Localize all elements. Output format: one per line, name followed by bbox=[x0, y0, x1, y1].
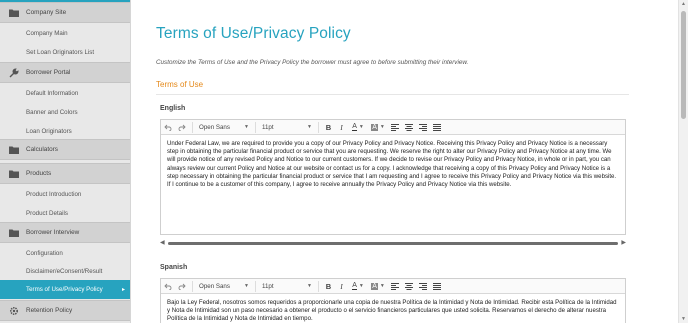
sidebar-section-company-site[interactable]: Company Site bbox=[0, 2, 130, 23]
scrollbar-thumb[interactable] bbox=[168, 242, 618, 245]
sidebar-section-products[interactable]: Products bbox=[0, 163, 130, 184]
sidebar-item-company-main[interactable]: Company Main bbox=[0, 24, 130, 43]
align-justify-icon[interactable] bbox=[430, 280, 444, 293]
sidebar-section-label: Calculators bbox=[26, 146, 58, 153]
editor-content[interactable]: Under Federal Law, we are required to pr… bbox=[161, 135, 625, 194]
editor-content[interactable]: Bajo la Ley Federal, nosotros somos requ… bbox=[161, 294, 625, 323]
undo-icon[interactable] bbox=[161, 121, 175, 134]
scroll-up-icon[interactable]: ▲ bbox=[681, 1, 686, 7]
text-color-icon[interactable]: A ▼ bbox=[348, 280, 368, 293]
sidebar-item-set-loan-originators-list[interactable]: Set Loan Originators List bbox=[0, 43, 130, 62]
page-vertical-scrollbar[interactable]: ▲ ▼ bbox=[678, 0, 688, 323]
toolbar-divider bbox=[255, 280, 256, 292]
sidebar-item-terms-of-use-privacy-policy[interactable]: Terms of Use/Privacy Policy ▸ bbox=[0, 280, 130, 299]
rich-text-editor-spanish[interactable]: Open Sans ▼ 11pt ▼ B I A ▼ A ▼ Bajo la Ley F… bbox=[160, 278, 626, 323]
sidebar-section-label: Borrower Interview bbox=[26, 229, 80, 236]
sidebar-item-default-information[interactable]: Default Information bbox=[0, 84, 130, 103]
toolbar-divider bbox=[318, 280, 319, 292]
sidebar: Company Site Company Main Set Loan Origi… bbox=[0, 0, 131, 323]
undo-icon[interactable] bbox=[161, 280, 175, 293]
font-family-select[interactable]: Open Sans ▼ bbox=[196, 121, 252, 134]
highlight-color-icon[interactable]: A ▼ bbox=[368, 280, 388, 293]
gear-icon bbox=[9, 306, 19, 316]
main-content: Terms of Use/Privacy Policy Customize th… bbox=[131, 0, 678, 323]
folder-icon bbox=[9, 228, 19, 238]
scroll-left-icon[interactable]: ◀ bbox=[160, 240, 165, 247]
sidebar-item-label: Loan Originators bbox=[26, 128, 72, 135]
sidebar-section-borrower-interview[interactable]: Borrower Interview bbox=[0, 222, 130, 243]
sidebar-section-calculators[interactable]: Calculators bbox=[0, 139, 130, 160]
toolbar-divider bbox=[192, 280, 193, 292]
toolbar-divider bbox=[192, 121, 193, 133]
bold-icon[interactable]: B bbox=[322, 121, 335, 134]
align-justify-icon[interactable] bbox=[430, 121, 444, 134]
chevron-down-icon: ▼ bbox=[307, 283, 312, 289]
sidebar-item-label: Product Details bbox=[26, 210, 68, 217]
sidebar-item-label: Disclaimer/eConsent/Result bbox=[26, 268, 103, 275]
editor-language-label: Spanish bbox=[160, 264, 188, 271]
sidebar-item-product-details[interactable]: Product Details bbox=[0, 204, 130, 223]
highlight-color-icon[interactable]: A ▼ bbox=[368, 121, 388, 134]
chevron-down-icon: ▼ bbox=[244, 283, 249, 289]
section-divider bbox=[156, 94, 629, 95]
sidebar-item-label: Configuration bbox=[26, 250, 63, 257]
sidebar-item-label: Product Introduction bbox=[26, 191, 82, 198]
redo-icon[interactable] bbox=[175, 121, 189, 134]
sidebar-section-label: Retention Policy bbox=[26, 307, 73, 314]
folder-icon bbox=[9, 145, 19, 155]
align-right-icon[interactable] bbox=[416, 280, 430, 293]
align-right-icon[interactable] bbox=[416, 121, 430, 134]
sidebar-section-label: Products bbox=[26, 170, 52, 177]
sidebar-section-label: Company Site bbox=[26, 9, 67, 16]
page-title: Terms of Use/Privacy Policy bbox=[156, 25, 351, 42]
sidebar-item-configuration[interactable]: Configuration bbox=[0, 244, 130, 263]
sidebar-section-retention-policy[interactable]: Retention Policy bbox=[0, 300, 130, 321]
align-left-icon[interactable] bbox=[388, 121, 402, 134]
font-size-value: 11pt bbox=[262, 282, 274, 290]
font-family-value: Open Sans bbox=[199, 123, 230, 131]
horizontal-scrollbar[interactable]: ◀ ▶ bbox=[160, 240, 626, 247]
sidebar-item-label: Set Loan Originators List bbox=[26, 49, 95, 56]
tools-icon bbox=[9, 67, 19, 78]
sidebar-item-label: Terms of Use/Privacy Policy bbox=[26, 286, 103, 293]
editor-toolbar: Open Sans ▼ 11pt ▼ B I A ▼ A ▼ bbox=[161, 279, 625, 294]
section-heading: Terms of Use bbox=[156, 80, 204, 89]
align-left-icon[interactable] bbox=[388, 280, 402, 293]
font-family-value: Open Sans bbox=[199, 282, 230, 290]
sidebar-item-label: Company Main bbox=[26, 30, 68, 37]
folder-icon bbox=[9, 8, 19, 18]
text-color-icon[interactable]: A ▼ bbox=[348, 121, 368, 134]
sidebar-item-disclaimer-econsent-result[interactable]: Disclaimer/eConsent/Result bbox=[0, 262, 130, 281]
sidebar-item-label: Banner and Colors bbox=[26, 109, 78, 116]
chevron-down-icon: ▼ bbox=[307, 124, 312, 130]
align-center-icon[interactable] bbox=[402, 280, 416, 293]
align-center-icon[interactable] bbox=[402, 121, 416, 134]
editor-language-label: English bbox=[160, 105, 186, 112]
scrollbar-thumb[interactable] bbox=[681, 11, 686, 119]
font-size-value: 11pt bbox=[262, 123, 274, 131]
italic-icon[interactable]: I bbox=[335, 121, 348, 134]
italic-icon[interactable]: I bbox=[335, 280, 348, 293]
sidebar-item-label: Default Information bbox=[26, 90, 79, 97]
font-size-select[interactable]: 11pt ▼ bbox=[259, 280, 315, 293]
sidebar-item-product-introduction[interactable]: Product Introduction bbox=[0, 185, 130, 204]
toolbar-divider bbox=[318, 121, 319, 133]
toolbar-divider bbox=[255, 121, 256, 133]
chevron-down-icon: ▼ bbox=[244, 124, 249, 130]
editor-toolbar: Open Sans ▼ 11pt ▼ B I A ▼ A ▼ bbox=[161, 120, 625, 135]
sidebar-section-borrower-portal[interactable]: Borrower Portal bbox=[0, 62, 130, 83]
redo-icon[interactable] bbox=[175, 280, 189, 293]
scroll-right-icon[interactable]: ▶ bbox=[621, 240, 626, 247]
rich-text-editor-english[interactable]: Open Sans ▼ 11pt ▼ B I A ▼ A ▼ Under Federal… bbox=[160, 119, 626, 235]
chevron-right-icon: ▸ bbox=[121, 287, 125, 293]
font-size-select[interactable]: 11pt ▼ bbox=[259, 121, 315, 134]
folder-icon bbox=[9, 169, 19, 179]
bold-icon[interactable]: B bbox=[322, 280, 335, 293]
page-subtitle: Customize the Terms of Use and the Priva… bbox=[156, 59, 469, 66]
sidebar-section-label: Borrower Portal bbox=[26, 69, 71, 76]
scroll-down-icon[interactable]: ▼ bbox=[681, 316, 686, 322]
sidebar-item-banner-and-colors[interactable]: Banner and Colors bbox=[0, 103, 130, 122]
font-family-select[interactable]: Open Sans ▼ bbox=[196, 280, 252, 293]
